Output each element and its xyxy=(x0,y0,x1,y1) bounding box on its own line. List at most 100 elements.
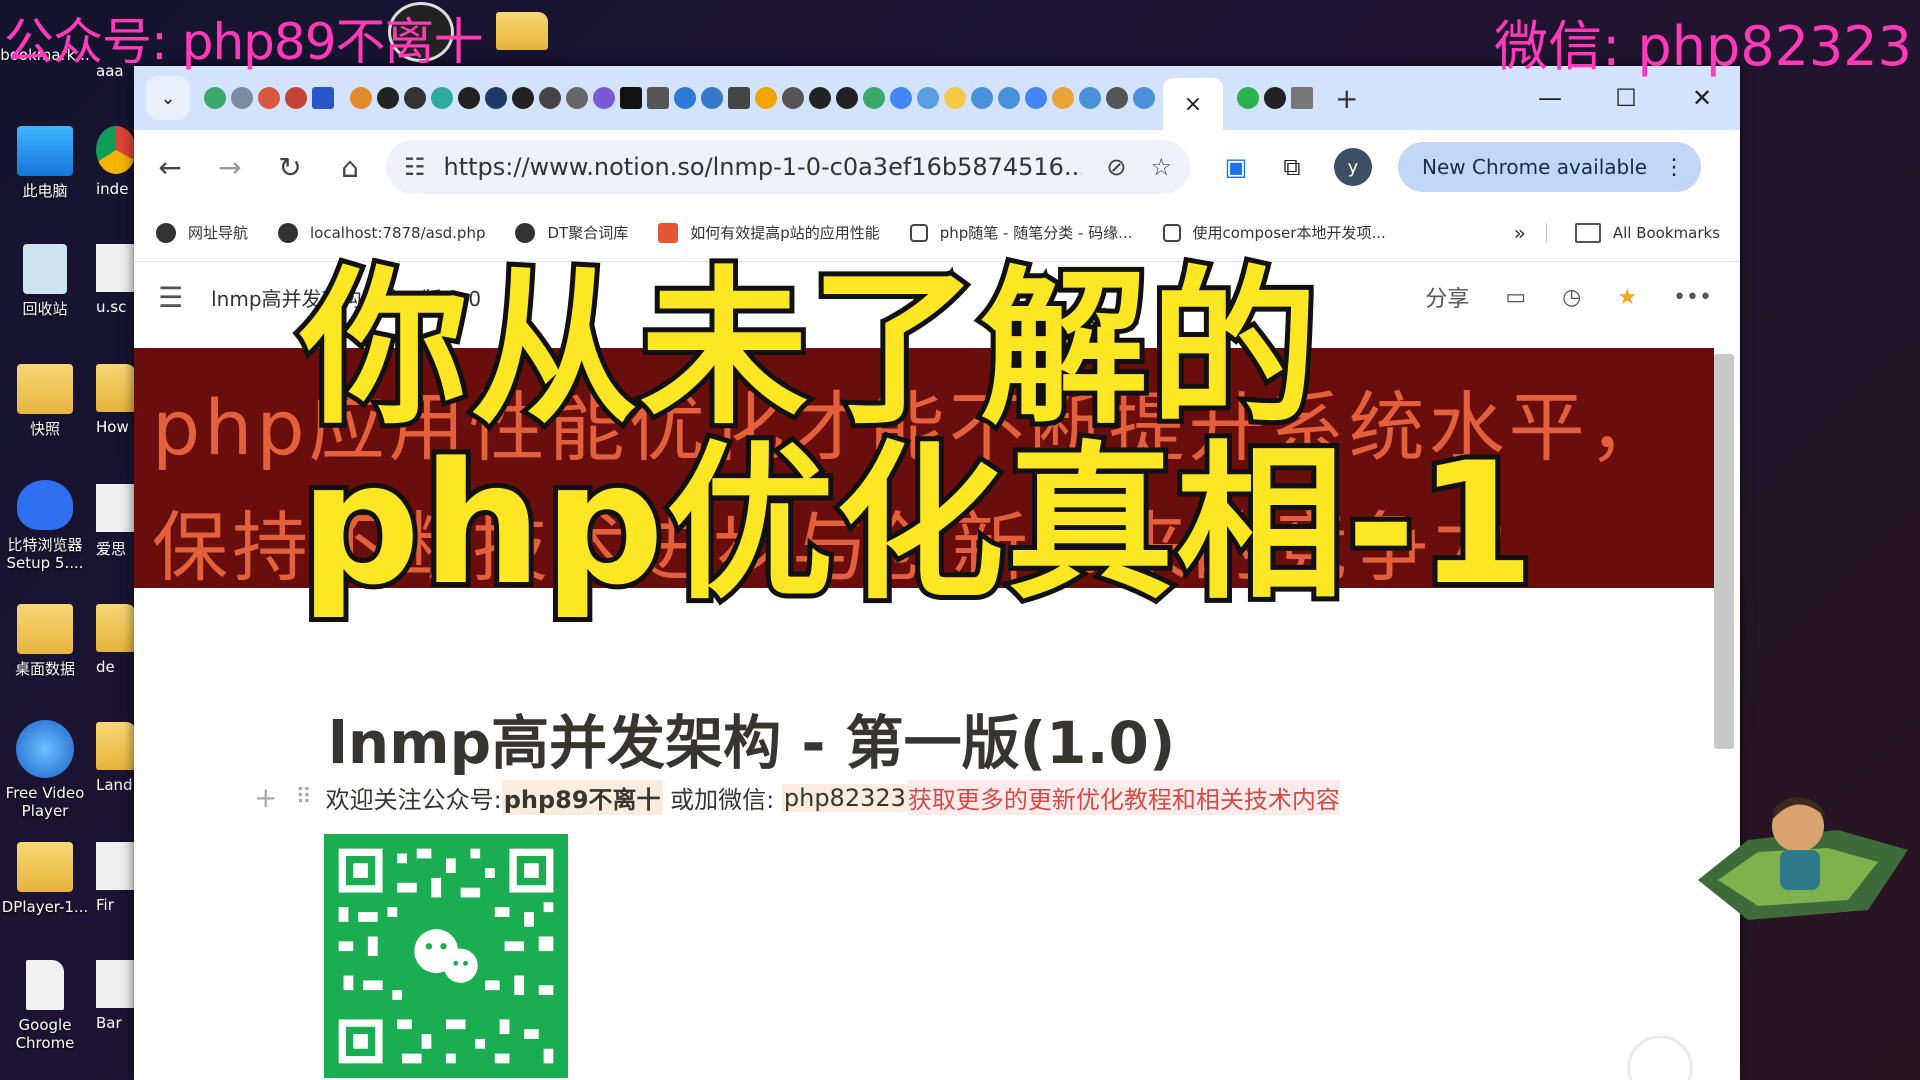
video-title-line1: 你从未了解的 xyxy=(295,251,1323,447)
browser-toolbar: ← → ↻ ⌂ ☷ https://www.notion.so/lnmp-1-0… xyxy=(134,130,1740,204)
tab-favicon[interactable] xyxy=(863,87,885,109)
tab-favicon[interactable] xyxy=(728,87,750,109)
tab-favicon[interactable] xyxy=(512,87,534,109)
desktop-folder-icon[interactable] xyxy=(496,12,548,50)
desktop-icon-aisi[interactable]: 爱思 xyxy=(96,484,136,559)
profile-avatar[interactable]: y xyxy=(1334,148,1372,186)
red-highlight-text: 获取更多的更新优化教程和相关技术内容 xyxy=(907,780,1340,815)
tab-favicon[interactable] xyxy=(593,87,615,109)
help-chat-button[interactable] xyxy=(1630,1038,1690,1080)
tab-favicon[interactable] xyxy=(566,87,588,109)
tab-favicon[interactable] xyxy=(1291,87,1313,109)
drag-handle-icon[interactable]: ⠿ xyxy=(295,785,311,810)
tab-favicon[interactable] xyxy=(204,87,226,109)
scrollbar[interactable] xyxy=(1714,354,1734,749)
bookmark-item[interactable]: 使用composer本地开发项... xyxy=(1162,222,1386,243)
desktop-icon-desktop-data[interactable]: 桌面数据 xyxy=(0,604,90,678)
history-clock-icon[interactable]: ◷ xyxy=(1562,285,1581,310)
active-tab[interactable]: × xyxy=(1163,78,1223,130)
back-button[interactable]: ← xyxy=(140,151,200,184)
new-tab-button[interactable]: + xyxy=(1335,82,1358,115)
tab-favicon[interactable] xyxy=(350,87,372,109)
desktop-icons: bookmark... 此电脑 回收站 快照 比特浏览器 Setup 5....… xyxy=(0,0,136,1080)
favorite-star-icon[interactable]: ★ xyxy=(1617,285,1637,310)
puzzle-icon: ⧉ xyxy=(1283,153,1301,181)
chrome-update-button[interactable]: New Chrome available ⋮ xyxy=(1398,142,1702,192)
desktop-icon-usc[interactable]: u.sc xyxy=(96,244,136,316)
eye-off-icon[interactable]: ⊘ xyxy=(1106,153,1126,181)
tab-search-button[interactable]: ⌄ xyxy=(146,76,190,120)
tab-favicon[interactable] xyxy=(539,87,561,109)
all-bookmarks-button[interactable]: All Bookmarks xyxy=(1545,222,1720,243)
bookmark-item[interactable]: 网址导航 xyxy=(156,222,248,243)
tab-favicon[interactable] xyxy=(809,87,831,109)
desktop-icon-de[interactable]: de xyxy=(96,604,136,676)
tab-favicon[interactable] xyxy=(431,87,453,109)
desktop-icon-index[interactable]: inde xyxy=(96,126,136,198)
bookmark-item[interactable]: 如何有效提高p站的应用性能 xyxy=(658,222,880,243)
desktop-icon-google-chrome[interactable]: Google Chrome xyxy=(0,960,90,1052)
more-bookmarks-button[interactable]: » xyxy=(1514,221,1526,245)
desktop-icon-land[interactable]: Land xyxy=(96,722,136,794)
folder-icon xyxy=(17,604,73,654)
desktop-icon-fir[interactable]: Fir xyxy=(96,842,136,914)
tab-favicon[interactable] xyxy=(917,87,939,109)
desktop-icon-this-pc[interactable]: 此电脑 xyxy=(0,126,90,200)
tab-favicon[interactable] xyxy=(674,87,696,109)
tab-favicon[interactable] xyxy=(998,87,1020,109)
bookmark-item[interactable]: DT聚合词库 xyxy=(515,222,628,243)
bookmark-item[interactable]: php随笔 - 随笔分类 - 码缘... xyxy=(909,222,1133,243)
tab-favicon[interactable] xyxy=(458,87,480,109)
tab-favicon[interactable] xyxy=(755,87,777,109)
address-bar[interactable]: ☷ https://www.notion.so/lnmp-1-0-c0a3ef1… xyxy=(386,140,1190,194)
desktop-icon-recycle-bin[interactable]: 回收站 xyxy=(0,244,90,318)
desktop-icon-dplayer[interactable]: DPlayer-1... xyxy=(0,842,90,916)
bookmark-item[interactable]: localhost:7878/asd.php xyxy=(278,222,485,243)
tab-favicon[interactable] xyxy=(944,87,966,109)
game-mascot-icon[interactable] xyxy=(1688,790,1918,930)
tab-favicon[interactable] xyxy=(485,87,507,109)
hamburger-menu-icon[interactable]: ☰ xyxy=(158,281,183,314)
tab-favicon[interactable] xyxy=(1106,87,1128,109)
desktop-icon-how[interactable]: How xyxy=(96,364,136,436)
tab-favicon[interactable] xyxy=(1079,87,1101,109)
tab-favicon[interactable] xyxy=(701,87,723,109)
monitor-icon xyxy=(17,126,73,176)
tab-favicon[interactable] xyxy=(782,87,804,109)
tab-favicon[interactable] xyxy=(1052,87,1074,109)
tab-favicon[interactable] xyxy=(890,87,912,109)
text-block[interactable]: + ⠿ 欢迎关注公众号: php89不离十 或加微信: php82323 获取更… xyxy=(254,780,1340,815)
tab-favicon[interactable] xyxy=(285,87,307,109)
desktop-icon-free-video-player[interactable]: Free Video Player xyxy=(0,720,90,820)
star-outline-icon[interactable]: ☆ xyxy=(1150,153,1172,181)
tab-favicon[interactable] xyxy=(231,87,253,109)
tab-favicon[interactable] xyxy=(1025,87,1047,109)
close-icon[interactable]: × xyxy=(1184,92,1202,117)
tab-favicon[interactable] xyxy=(1264,87,1286,109)
file-icon xyxy=(96,960,136,1008)
desktop-icon-bar[interactable]: Bar xyxy=(96,960,136,1032)
desktop-icon-bit-browser[interactable]: 比特浏览器 Setup 5.... xyxy=(0,480,90,572)
tab-favicon[interactable] xyxy=(1133,87,1155,109)
more-options-icon[interactable]: ••• xyxy=(1673,285,1712,310)
tab-favicon[interactable] xyxy=(836,87,858,109)
tab-favicon[interactable] xyxy=(377,87,399,109)
site-info-icon[interactable]: ☷ xyxy=(404,153,426,181)
desktop-icon-snapshot[interactable]: 快照 xyxy=(0,364,90,438)
page-title[interactable]: lnmp高并发架构 - 第一版(1.0) xyxy=(328,696,1175,780)
tab-favicon[interactable] xyxy=(312,87,334,109)
extensions-menu-button[interactable]: ⧉ xyxy=(1264,153,1320,181)
tab-favicon[interactable] xyxy=(647,87,669,109)
tab-favicon[interactable] xyxy=(404,87,426,109)
chrome-icon xyxy=(96,126,136,174)
home-button[interactable]: ⌂ xyxy=(320,151,380,184)
tab-favicon[interactable] xyxy=(258,87,280,109)
tab-favicon[interactable] xyxy=(1237,87,1259,109)
reload-button[interactable]: ↻ xyxy=(260,151,320,184)
url-text[interactable]: https://www.notion.so/lnmp-1-0-c0a3ef16b… xyxy=(444,153,1083,181)
extension-button[interactable]: ▣ xyxy=(1208,153,1264,181)
tab-favicon[interactable] xyxy=(971,87,993,109)
add-block-icon[interactable]: + xyxy=(254,781,277,814)
forward-button[interactable]: → xyxy=(200,151,260,184)
tab-favicon[interactable] xyxy=(620,87,642,109)
